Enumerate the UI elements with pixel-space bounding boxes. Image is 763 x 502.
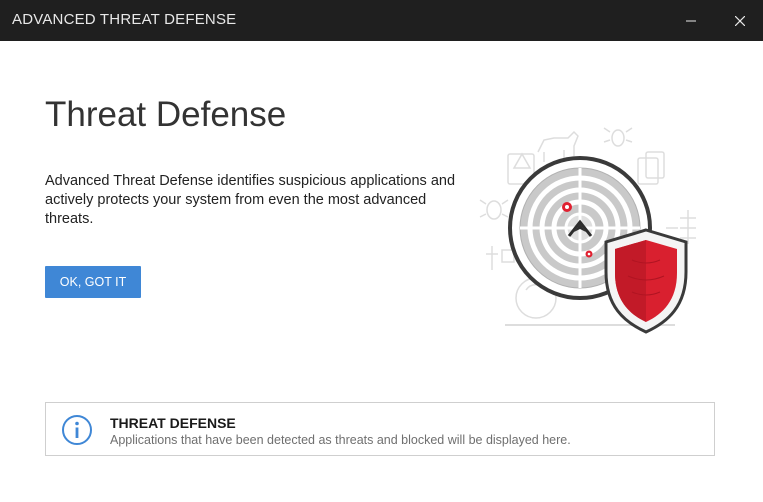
- shield-icon: [604, 228, 688, 334]
- threat-radar-illustration: [479, 127, 696, 334]
- title-bar: ADVANCED THREAT DEFENSE: [0, 0, 763, 41]
- ok-got-it-button[interactable]: OK, GOT IT: [45, 266, 141, 298]
- close-button[interactable]: [717, 0, 763, 41]
- info-icon: [62, 415, 92, 445]
- info-title: THREAT DEFENSE: [110, 415, 236, 431]
- page-title: Threat Defense: [45, 95, 287, 134]
- close-icon: [735, 15, 745, 26]
- minimize-icon: [686, 20, 696, 21]
- threat-info-panel: THREAT DEFENSE Applications that have be…: [45, 402, 715, 456]
- info-text: Applications that have been detected as …: [110, 433, 571, 447]
- feature-description: Advanced Threat Defense identifies suspi…: [45, 173, 456, 227]
- minimize-button[interactable]: [668, 0, 714, 41]
- window-title: ADVANCED THREAT DEFENSE: [12, 11, 237, 28]
